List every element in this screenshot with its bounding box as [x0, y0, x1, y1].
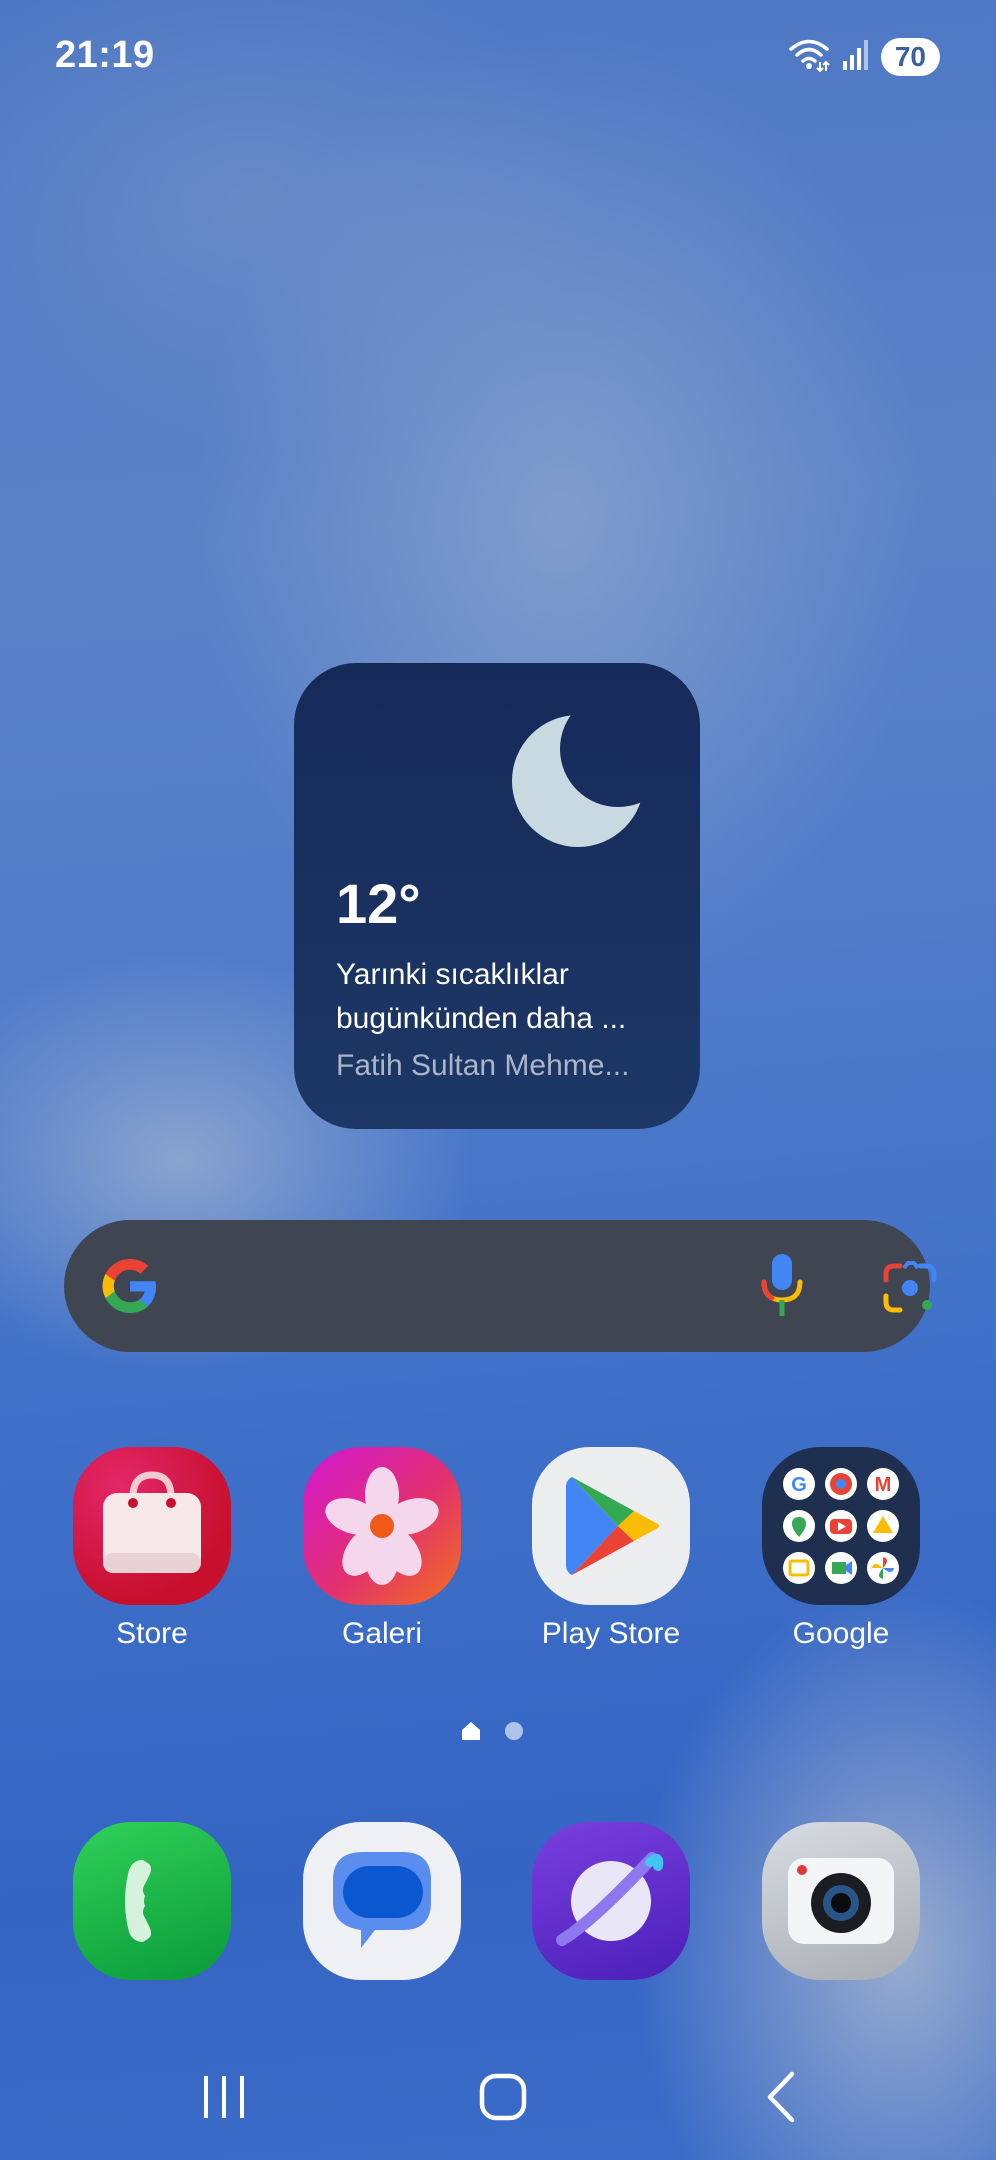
dock-phone[interactable]	[57, 1822, 247, 1980]
battery-indicator: 70	[880, 37, 940, 76]
home-page-dot-icon[interactable]	[460, 1720, 482, 1747]
camera-icon	[762, 1822, 920, 1980]
home-screen: 21:19 70 12° Yarınki sıcaklıklar bugünkü…	[0, 0, 996, 2160]
weather-temperature: 12°	[336, 872, 421, 935]
svg-text:G: G	[791, 1474, 807, 1496]
dock-internet[interactable]	[516, 1822, 706, 1980]
play-store-icon	[532, 1447, 690, 1605]
dock-camera[interactable]	[746, 1822, 936, 1980]
gallery-icon	[303, 1447, 461, 1605]
status-icons: 70	[787, 36, 940, 77]
svg-text:M: M	[875, 1474, 892, 1496]
google-logo-icon	[98, 1254, 162, 1323]
weather-location: Fatih Sultan Mehme...	[336, 1049, 630, 1082]
signal-icon	[841, 37, 871, 76]
google-search-bar[interactable]	[64, 1220, 937, 1352]
app-label: Google	[792, 1617, 890, 1650]
microphone-icon[interactable]	[750, 1250, 814, 1327]
messages-icon	[303, 1822, 461, 1980]
google-folder-icon: G M	[762, 1447, 920, 1605]
app-galeri[interactable]: Galeri	[287, 1447, 477, 1651]
recents-button[interactable]	[200, 2068, 248, 2129]
page-dot[interactable]	[504, 1721, 524, 1746]
page-indicator	[460, 1720, 524, 1747]
weather-widget[interactable]: 12° Yarınki sıcaklıklar bugünkünden daha…	[294, 663, 700, 1129]
app-label: Play Store	[541, 1617, 681, 1650]
app-label: Galeri	[341, 1617, 423, 1650]
app-store[interactable]: Store	[57, 1447, 247, 1651]
wifi-icon	[787, 36, 831, 77]
moon-icon	[510, 707, 660, 862]
app-play-store[interactable]: Play Store	[516, 1447, 706, 1651]
internet-browser-icon	[532, 1822, 690, 1980]
home-button[interactable]	[478, 2068, 528, 2129]
back-button[interactable]	[762, 2068, 802, 2129]
status-time: 21:19	[55, 34, 155, 76]
phone-icon	[73, 1822, 231, 1980]
folder-google[interactable]: G M Google	[746, 1447, 936, 1651]
dock-messages[interactable]	[287, 1822, 477, 1980]
weather-description: Yarınki sıcaklıklar bugünkünden daha ...	[336, 958, 627, 1035]
app-label: Store	[116, 1617, 188, 1650]
galaxy-store-icon	[73, 1447, 231, 1605]
google-lens-icon[interactable]	[882, 1260, 938, 1321]
